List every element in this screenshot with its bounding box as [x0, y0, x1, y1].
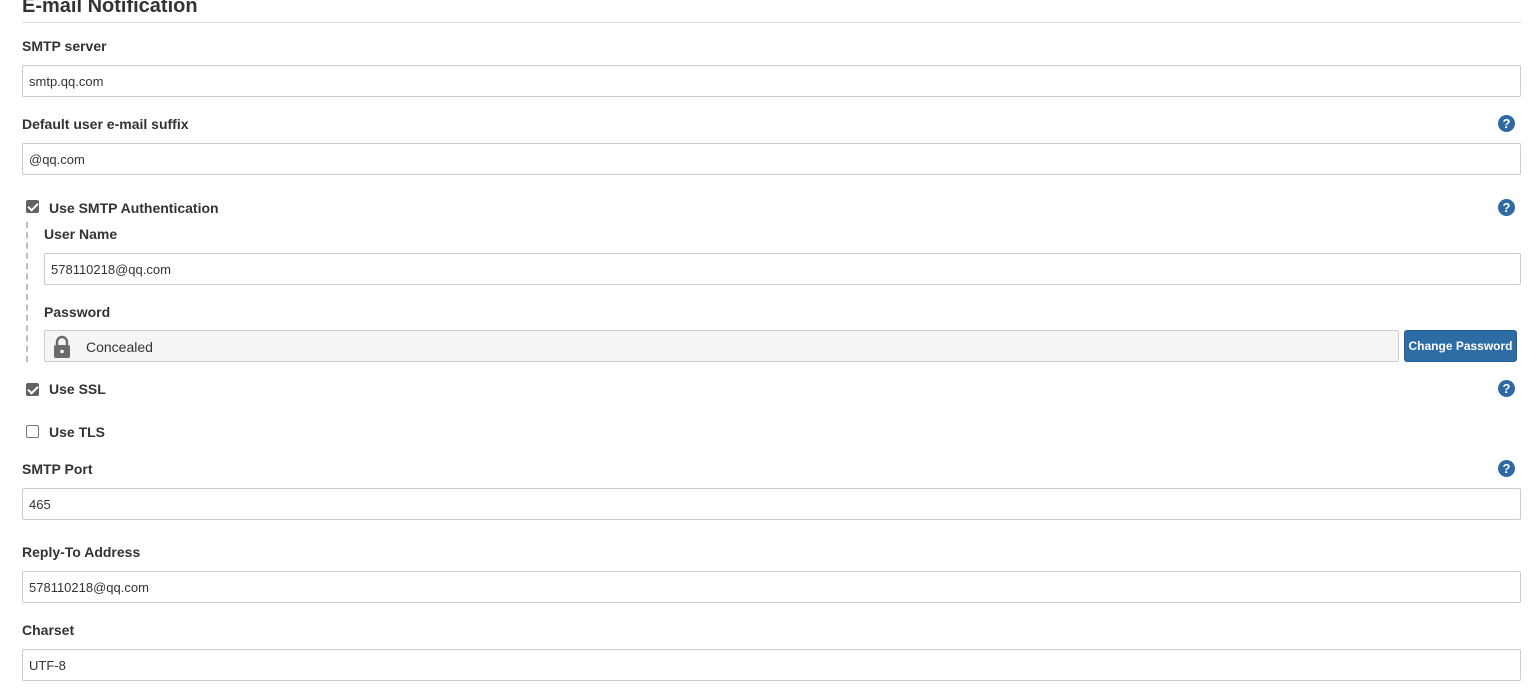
smtp-port-label: SMTP Port — [22, 461, 93, 477]
help-icon[interactable]: ? — [1498, 460, 1515, 477]
use-ssl-checkbox[interactable] — [26, 383, 39, 396]
smtp-server-input[interactable] — [22, 65, 1521, 97]
reply-to-label: Reply-To Address — [22, 544, 141, 560]
help-icon[interactable]: ? — [1498, 115, 1515, 132]
use-smtp-auth-checkbox[interactable] — [26, 200, 39, 213]
user-name-input[interactable] — [44, 253, 1521, 285]
use-tls-label[interactable]: Use TLS — [49, 424, 105, 440]
lock-icon — [54, 335, 70, 358]
help-icon[interactable]: ? — [1498, 380, 1515, 397]
charset-label: Charset — [22, 622, 75, 638]
use-ssl-label[interactable]: Use SSL — [49, 381, 106, 397]
password-concealed-text: Concealed — [86, 339, 153, 355]
section-title: E-mail Notification — [22, 0, 198, 17]
reply-to-input[interactable] — [22, 571, 1521, 603]
default-suffix-input[interactable] — [22, 143, 1521, 175]
help-icon[interactable]: ? — [1498, 199, 1515, 216]
smtp-server-label: SMTP server — [22, 38, 107, 54]
charset-input[interactable] — [22, 649, 1521, 681]
user-name-label: User Name — [44, 226, 118, 242]
change-password-button[interactable]: Change Password — [1404, 330, 1517, 362]
nested-section-guide — [26, 222, 28, 362]
section-divider — [22, 22, 1521, 23]
default-suffix-label: Default user e-mail suffix — [22, 116, 189, 132]
use-smtp-auth-label[interactable]: Use SMTP Authentication — [49, 200, 219, 216]
password-label: Password — [44, 304, 111, 320]
smtp-port-input[interactable] — [22, 488, 1521, 520]
use-tls-checkbox[interactable] — [26, 425, 39, 438]
password-concealed-field: Concealed — [44, 330, 1399, 362]
